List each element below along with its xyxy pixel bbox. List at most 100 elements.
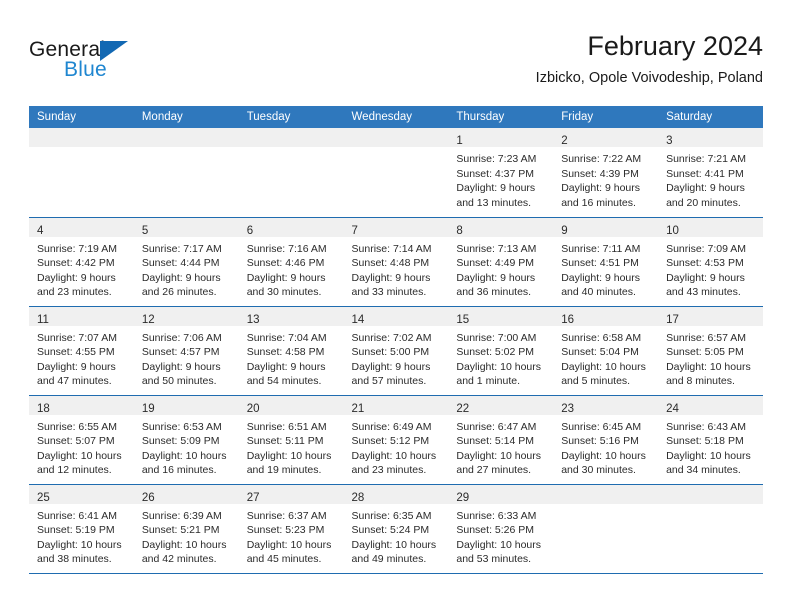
day-number: 12 bbox=[141, 313, 155, 326]
day-number: 6 bbox=[246, 224, 254, 237]
day-detail-line: Sunset: 5:00 PM bbox=[351, 346, 430, 359]
calendar-day-cell[interactable]: 16 Sunrise: 6:58 AM Sunset: 5:04 PM Dayligh… bbox=[553, 305, 659, 395]
day-number-band bbox=[238, 128, 344, 147]
calendar-day-cell[interactable]: 4 Sunrise: 7:19 AM Sunset: 4:42 PM Daylight… bbox=[29, 216, 134, 306]
day-detail-line: Daylight: 9 hours bbox=[666, 182, 745, 195]
title-block: February 2024 Izbicko, Opole Voivodeship… bbox=[536, 30, 763, 88]
calendar-day-cell[interactable]: 17 Sunrise: 6:57 AM Sunset: 5:05 PM Dayligh… bbox=[658, 305, 763, 395]
weekday-header-sunday: Sunday bbox=[29, 106, 134, 128]
day-number: 9 bbox=[561, 224, 568, 237]
calendar-day-cell[interactable]: 6 Sunrise: 7:16 AM Sunset: 4:46 PM Daylight… bbox=[238, 216, 344, 306]
calendar-day-cell[interactable]: 15 Sunrise: 7:00 AM Sunset: 5:02 PM Dayligh… bbox=[448, 305, 554, 395]
day-detail-block: Sunrise: 6:58 AM Sunset: 5:04 PM Daylight:… bbox=[553, 326, 658, 389]
day-detail-line: and 30 minutes. bbox=[561, 464, 636, 477]
calendar-day-cell[interactable]: 1 Sunrise: 7:23 AM Sunset: 4:37 PM Daylight… bbox=[448, 128, 554, 217]
calendar-day-cell[interactable]: 5 Sunrise: 7:17 AM Sunset: 4:44 PM Daylight… bbox=[133, 216, 239, 306]
day-number-band: 12 bbox=[133, 306, 239, 326]
day-number: 5 bbox=[141, 224, 149, 237]
day-detail-line: and 53 minutes. bbox=[456, 553, 532, 566]
day-detail-line: Sunrise: 6:39 AM bbox=[141, 509, 222, 522]
day-detail-line: and 38 minutes. bbox=[37, 553, 112, 566]
calendar-day-cell[interactable]: 3 Sunrise: 7:21 AM Sunset: 4:41 PM Daylight… bbox=[658, 128, 763, 217]
day-number-band: 19 bbox=[133, 395, 239, 415]
calendar-day-cell[interactable]: 23 Sunrise: 6:45 AM Sunset: 5:16 PM Dayligh… bbox=[553, 394, 659, 484]
day-detail-line: Sunset: 5:02 PM bbox=[456, 346, 535, 359]
day-detail-block: Sunrise: 7:13 AM Sunset: 4:49 PM Daylight:… bbox=[448, 237, 553, 300]
calendar-day-cell[interactable]: 29 Sunrise: 6:33 AM Sunset: 5:26 PM Dayligh… bbox=[448, 483, 554, 574]
day-detail-line: and 43 minutes. bbox=[666, 286, 741, 299]
calendar-day-cell[interactable]: 7 Sunrise: 7:14 AM Sunset: 4:48 PM Daylight… bbox=[343, 216, 449, 306]
day-number: 26 bbox=[141, 491, 155, 504]
day-number-band bbox=[29, 128, 134, 147]
calendar-day-cell[interactable]: 18 Sunrise: 6:55 AM Sunset: 5:07 PM Dayligh… bbox=[29, 394, 134, 484]
day-detail-line: Sunset: 4:42 PM bbox=[37, 257, 115, 270]
day-number: 13 bbox=[246, 313, 260, 326]
calendar-day-cell[interactable]: 8 Sunrise: 7:13 AM Sunset: 4:49 PM Daylight… bbox=[448, 216, 554, 306]
general-blue-logo: General Blue bbox=[29, 38, 199, 88]
day-detail-line: and 8 minutes. bbox=[666, 375, 735, 388]
day-detail-line: and 13 minutes. bbox=[456, 196, 532, 209]
calendar-day-cell[interactable]: 24 Sunrise: 6:43 AM Sunset: 5:18 PM Dayligh… bbox=[658, 394, 763, 484]
day-number-band: 20 bbox=[238, 395, 344, 415]
day-detail-line: Daylight: 9 hours bbox=[37, 271, 116, 284]
calendar-day-cell[interactable]: 12 Sunrise: 7:06 AM Sunset: 4:57 PM Dayligh… bbox=[133, 305, 239, 395]
calendar-day-cell[interactable]: 19 Sunrise: 6:53 AM Sunset: 5:09 PM Dayligh… bbox=[133, 394, 239, 484]
day-number: 19 bbox=[141, 402, 155, 415]
day-number-band: 2 bbox=[553, 128, 659, 147]
day-detail-line: Daylight: 9 hours bbox=[561, 271, 641, 284]
day-detail-line: Sunset: 5:07 PM bbox=[37, 435, 115, 448]
day-number-band: 5 bbox=[133, 217, 239, 237]
day-detail-line: Sunset: 5:24 PM bbox=[351, 524, 430, 537]
day-number: 3 bbox=[666, 135, 673, 147]
calendar-day-cell[interactable]: 22 Sunrise: 6:47 AM Sunset: 5:14 PM Dayligh… bbox=[448, 394, 554, 484]
day-detail-line: Sunrise: 6:53 AM bbox=[141, 420, 222, 433]
day-number-band: 27 bbox=[238, 484, 344, 504]
day-detail-line: and 16 minutes. bbox=[141, 464, 217, 477]
day-detail-line: and 49 minutes. bbox=[351, 553, 427, 566]
day-number-band: 1 bbox=[448, 128, 554, 147]
day-detail-line: and 30 minutes. bbox=[246, 286, 322, 299]
calendar-day-cell[interactable]: 9 Sunrise: 7:11 AM Sunset: 4:51 PM Daylight… bbox=[553, 216, 659, 306]
day-detail-line: Sunset: 5:19 PM bbox=[37, 524, 115, 537]
day-detail-line: Sunset: 4:37 PM bbox=[456, 167, 535, 180]
day-detail-block: Sunrise: 7:21 AM Sunset: 4:41 PM Daylight:… bbox=[658, 147, 763, 210]
day-detail-line: Daylight: 10 hours bbox=[561, 449, 646, 462]
calendar-day-cell[interactable]: 13 Sunrise: 7:04 AM Sunset: 4:58 PM Dayligh… bbox=[238, 305, 344, 395]
day-detail-block: Sunrise: 7:23 AM Sunset: 4:37 PM Daylight:… bbox=[448, 147, 553, 210]
day-number-band: 11 bbox=[29, 306, 134, 326]
calendar-day-cell[interactable]: 25 Sunrise: 6:41 AM Sunset: 5:19 PM Dayligh… bbox=[29, 483, 134, 574]
calendar-week-row: 25 Sunrise: 6:41 AM Sunset: 5:19 PM Dayligh… bbox=[29, 483, 763, 574]
day-detail-block: Sunrise: 6:41 AM Sunset: 5:19 PM Daylight:… bbox=[29, 504, 134, 567]
day-detail-line: Sunset: 4:49 PM bbox=[456, 257, 535, 270]
calendar-day-cell[interactable]: 21 Sunrise: 6:49 AM Sunset: 5:12 PM Dayligh… bbox=[343, 394, 449, 484]
calendar-day-cell[interactable]: 26 Sunrise: 6:39 AM Sunset: 5:21 PM Dayligh… bbox=[133, 483, 239, 574]
day-detail-line: and 16 minutes. bbox=[561, 196, 636, 209]
day-number-band: 29 bbox=[448, 484, 554, 504]
day-number-band: 18 bbox=[29, 395, 134, 415]
day-detail-block: Sunrise: 7:19 AM Sunset: 4:42 PM Daylight:… bbox=[29, 237, 134, 300]
day-detail-line: Sunset: 5:12 PM bbox=[351, 435, 430, 448]
day-detail-block: Sunrise: 7:22 AM Sunset: 4:39 PM Daylight:… bbox=[553, 147, 658, 210]
day-number: 29 bbox=[456, 491, 470, 504]
day-detail-line: and 19 minutes. bbox=[246, 464, 322, 477]
day-number-band: 10 bbox=[658, 217, 763, 237]
day-detail-line: and 23 minutes. bbox=[351, 464, 427, 477]
calendar-day-cell[interactable]: 14 Sunrise: 7:02 AM Sunset: 5:00 PM Dayligh… bbox=[343, 305, 449, 395]
calendar-day-cell[interactable]: 11 Sunrise: 7:07 AM Sunset: 4:55 PM Dayligh… bbox=[29, 305, 134, 395]
day-detail-line: Sunrise: 7:09 AM bbox=[666, 242, 747, 255]
page-header: General Blue February 2024 Izbicko, Opol… bbox=[29, 30, 763, 100]
day-detail-line: Sunset: 5:26 PM bbox=[456, 524, 535, 537]
day-number-band: 7 bbox=[343, 217, 449, 237]
calendar-day-cell[interactable]: 28 Sunrise: 6:35 AM Sunset: 5:24 PM Dayligh… bbox=[343, 483, 449, 574]
day-detail-line: Daylight: 10 hours bbox=[246, 538, 332, 551]
day-detail-line: and 57 minutes. bbox=[351, 375, 427, 388]
day-detail-line: Daylight: 10 hours bbox=[37, 449, 122, 462]
calendar-grid: Sunday Monday Tuesday Wednesday Thursday Frid… bbox=[29, 106, 763, 574]
day-detail-block: Sunrise: 6:49 AM Sunset: 5:12 PM Daylight:… bbox=[344, 415, 449, 478]
day-detail-block: Sunrise: 7:11 AM Sunset: 4:51 PM Daylight:… bbox=[553, 237, 658, 300]
day-detail-line: and 45 minutes. bbox=[246, 553, 322, 566]
calendar-day-cell[interactable]: 2 Sunrise: 7:22 AM Sunset: 4:39 PM Daylight… bbox=[553, 128, 659, 217]
calendar-day-cell[interactable]: 10 Sunrise: 7:09 AM Sunset: 4:53 PM Dayligh… bbox=[658, 216, 763, 306]
calendar-day-cell[interactable]: 27 Sunrise: 6:37 AM Sunset: 5:23 PM Dayligh… bbox=[238, 483, 344, 574]
calendar-day-cell[interactable]: 20 Sunrise: 6:51 AM Sunset: 5:11 PM Dayligh… bbox=[238, 394, 344, 484]
